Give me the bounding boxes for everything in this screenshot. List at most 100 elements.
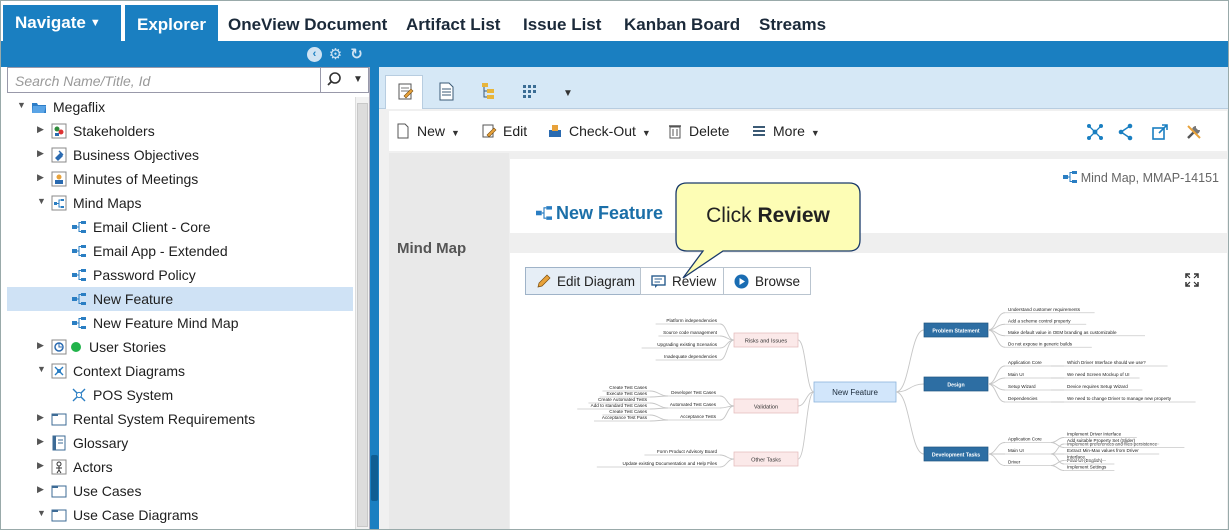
- mind-map-connector: [895, 391, 925, 455]
- tree-item[interactable]: Email App - Extended: [7, 239, 353, 263]
- mind-map-connector: [1050, 437, 1065, 443]
- trash-icon: [669, 125, 681, 139]
- edit-button[interactable]: Edit: [481, 123, 527, 139]
- tree-item[interactable]: ▶ Minutes of Meetings: [7, 167, 353, 191]
- mind-map-subbranch-label: Setup Wizard: [1008, 384, 1036, 389]
- tree-item[interactable]: POS System: [7, 383, 353, 407]
- share-icon[interactable]: [1117, 123, 1135, 141]
- search-box[interactable]: Search Name/Title, Id ▼: [7, 67, 369, 93]
- mind-map-icon: [72, 293, 86, 305]
- tree-item[interactable]: ▶ User Stories: [7, 335, 353, 359]
- mind-map-leaf-label: Do not expose in generic builds: [1008, 341, 1073, 346]
- tree-item[interactable]: ▼ Use Case Diagrams: [7, 503, 353, 527]
- callout-text: Click Review: [675, 182, 861, 252]
- edit-diagram-button[interactable]: Edit Diagram: [525, 267, 647, 295]
- expand-down-arrow-icon[interactable]: ▼: [17, 100, 27, 112]
- tree-item[interactable]: New Feature Mind Map: [7, 311, 353, 335]
- mind-map-branch-label: Risks and Issues: [745, 339, 787, 345]
- fullscreen-icon[interactable]: [1185, 273, 1199, 287]
- mind-map-leaf-label: We need to change Driver to manage new p…: [1067, 396, 1172, 401]
- tab-issue-list[interactable]: Issue List: [523, 5, 601, 43]
- expand-right-arrow-icon[interactable]: ▶: [37, 124, 47, 136]
- mind-map-connector: [797, 339, 815, 393]
- more-button[interactable]: More ▼: [751, 123, 820, 139]
- tab-grid[interactable]: [511, 75, 549, 109]
- tree-item[interactable]: ▶ Business Objectives: [7, 143, 353, 167]
- context-diagram-icon: [72, 388, 86, 402]
- tab-details[interactable]: [385, 75, 423, 109]
- diagram-section: Edit Diagram Review Browse New Feature Ri…: [510, 253, 1227, 530]
- tree-item[interactable]: New Feature: [7, 287, 353, 311]
- tree-item-label: Email App - Extended: [93, 243, 228, 259]
- caret-down-icon: ▼: [810, 128, 820, 138]
- mind-map-diagram[interactable]: New Feature Risks and Issues Platform inde…: [510, 297, 1227, 530]
- mind-map-icon: [72, 317, 86, 329]
- tree-item-label: Email Client - Core: [93, 219, 211, 235]
- scrollbar-thumb[interactable]: [357, 103, 368, 527]
- panel-splitter[interactable]: [370, 67, 379, 529]
- tree-item[interactable]: ▼ Megaflix: [7, 95, 353, 119]
- document-view-icon: [439, 82, 454, 101]
- tab-artifact-list[interactable]: Artifact List: [406, 5, 500, 43]
- gear-icon[interactable]: ⚙: [328, 47, 343, 62]
- artifact-type-label: Mind Map: [397, 240, 467, 257]
- breadcrumb-text: Mind Map, MMAP-14151: [1080, 171, 1219, 185]
- tab-streams[interactable]: Streams: [759, 5, 826, 43]
- search-placeholder: Search Name/Title, Id: [15, 73, 151, 89]
- tree-item[interactable]: ▶ Rental System Requirements: [7, 407, 353, 431]
- tree-item[interactable]: ▶ Stakeholders: [7, 119, 353, 143]
- expand-down-arrow-icon[interactable]: ▼: [37, 508, 47, 520]
- tree-item[interactable]: ▼ Mind Maps: [7, 191, 353, 215]
- tree-item-label: Password Policy: [93, 267, 196, 283]
- tree-item-label: Rental System Requirements: [73, 411, 256, 427]
- tree-item-label: Mind Maps: [73, 195, 142, 211]
- expand-right-arrow-icon[interactable]: ▶: [37, 412, 47, 424]
- expand-right-arrow-icon[interactable]: ▶: [37, 148, 47, 160]
- expand-right-arrow-icon[interactable]: ▶: [37, 340, 47, 352]
- tab-oneview-document[interactable]: OneView Document: [228, 5, 387, 43]
- splitter-grip[interactable]: [371, 455, 378, 501]
- navigate-menu-button[interactable]: Navigate ▼: [3, 5, 121, 43]
- refresh-icon[interactable]: ↻: [349, 47, 364, 62]
- expand-right-arrow-icon[interactable]: ▶: [37, 460, 47, 472]
- delete-button[interactable]: Delete: [667, 123, 729, 139]
- expand-right-arrow-icon[interactable]: ▶: [37, 484, 47, 496]
- checkout-button[interactable]: Check-Out ▼: [547, 123, 651, 139]
- collapse-left-icon[interactable]: ‹: [307, 47, 322, 62]
- mind-map-subbranch-label: Application Core: [1008, 360, 1042, 365]
- folder-icon: [51, 485, 67, 498]
- tree-item[interactable]: ▶ Use Cases: [7, 479, 353, 503]
- tab-document[interactable]: [427, 75, 465, 109]
- tab-explorer[interactable]: Explorer: [125, 5, 218, 43]
- expand-right-arrow-icon[interactable]: ▶: [37, 172, 47, 184]
- more-tabs-dropdown-icon[interactable]: ▼: [553, 75, 583, 109]
- tab-kanban-board[interactable]: Kanban Board: [624, 5, 740, 43]
- tree-item[interactable]: ▶ Glossary: [7, 431, 353, 455]
- open-external-icon[interactable]: [1151, 123, 1169, 141]
- new-button[interactable]: New ▼: [395, 123, 460, 139]
- tab-hierarchy[interactable]: [469, 75, 507, 109]
- tree-item[interactable]: ▼ Context Diagrams: [7, 359, 353, 383]
- tree-item[interactable]: ▶ Actors: [7, 455, 353, 479]
- search-dropdown-icon[interactable]: ▼: [353, 74, 363, 85]
- mind-map-leaf-label: Create Automated Tests: [598, 397, 648, 402]
- mind-map-leaf-label: Add to standard Test Cases: [591, 403, 648, 408]
- expand-right-arrow-icon[interactable]: ▶: [37, 436, 47, 448]
- tree-item[interactable]: Email Client - Core: [7, 215, 353, 239]
- view-tabs: ▼: [379, 67, 1228, 109]
- tree-scrollbar[interactable]: [355, 97, 369, 529]
- mind-map-connector: [719, 395, 735, 407]
- navigate-label: Navigate: [15, 13, 86, 32]
- more-button-label: More: [773, 123, 805, 139]
- expand-down-arrow-icon[interactable]: ▼: [37, 364, 47, 376]
- expand-down-arrow-icon[interactable]: ▼: [37, 196, 47, 208]
- hierarchy-view-icon: [482, 83, 494, 99]
- tree-item-label: Glossary: [73, 435, 129, 451]
- search-icon[interactable]: [320, 68, 348, 92]
- artifact-header: Mind Map, MMAP-14151 New Feature: [510, 159, 1227, 233]
- tree-item[interactable]: Password Policy: [7, 263, 353, 287]
- page-title-text: New Feature: [556, 203, 664, 223]
- tools-icon[interactable]: [1185, 123, 1203, 141]
- network-icon[interactable]: [1086, 123, 1104, 141]
- mind-map-icon: [72, 221, 86, 233]
